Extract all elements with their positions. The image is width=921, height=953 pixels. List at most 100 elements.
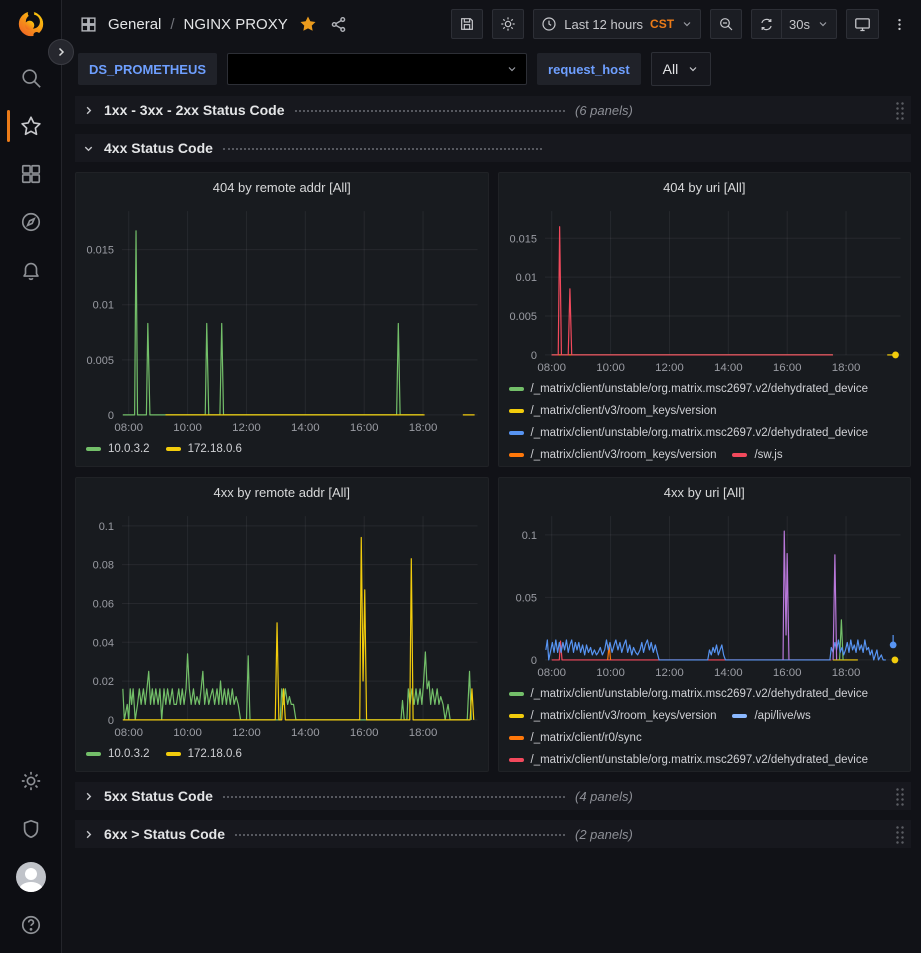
legend-swatch [509, 758, 524, 762]
row-panel-count: (4 panels) [575, 789, 633, 804]
row-drag-handle[interactable] [895, 787, 904, 806]
legend-item[interactable]: /_matrix/client/unstable/org.matrix.msc2… [509, 425, 869, 441]
legend-item[interactable]: 172.18.0.6 [166, 746, 242, 762]
svg-text:10:00: 10:00 [596, 667, 625, 679]
svg-text:12:00: 12:00 [655, 362, 684, 374]
legend-item[interactable]: 10.0.3.2 [86, 441, 150, 457]
panel-title[interactable]: 4xx by remote addr [All] [76, 478, 488, 506]
favorite-star-button[interactable] [297, 13, 319, 35]
legend-label: /api/live/ws [754, 708, 810, 724]
request-host-value: All [663, 61, 679, 77]
more-options-button[interactable] [888, 16, 911, 33]
legend-swatch [509, 387, 524, 391]
datasource-value-dropdown[interactable] [227, 53, 527, 85]
legend-item[interactable]: 10.0.3.2 [86, 746, 150, 762]
row-dots-leader [223, 796, 565, 798]
chevron-right-icon [83, 829, 97, 840]
refresh-button[interactable] [751, 9, 781, 39]
request-host-value-dropdown[interactable]: All [651, 52, 712, 86]
svg-text:12:00: 12:00 [232, 422, 261, 434]
kebab-menu-icon [892, 16, 907, 33]
row-drag-handle[interactable] [895, 825, 904, 844]
legend-label: /_matrix/client/v3/room_keys/version [531, 708, 717, 724]
sidebar-item-help[interactable] [11, 905, 51, 945]
sidebar-item-alerting[interactable] [11, 250, 51, 290]
share-button[interactable] [328, 14, 349, 35]
legend-swatch [509, 736, 524, 740]
panel-404-by-remote-addr: 404 by remote addr [All] 00.0050.010.015… [75, 172, 489, 467]
legend-item[interactable]: /_matrix/client/unstable/org.matrix.msc2… [509, 686, 869, 702]
legend-item[interactable]: /_matrix/client/unstable/org.matrix.msc2… [509, 381, 869, 397]
apps-grid-button[interactable] [78, 14, 99, 35]
panel-title[interactable]: 4xx by uri [All] [499, 478, 911, 506]
svg-text:16:00: 16:00 [772, 362, 801, 374]
legend-item[interactable]: /_matrix/client/v3/room_keys/version [509, 403, 717, 419]
legend-label: /_matrix/client/unstable/org.matrix.msc2… [531, 686, 869, 702]
panel-title[interactable]: 404 by remote addr [All] [76, 173, 488, 201]
svg-text:0: 0 [108, 410, 114, 422]
time-series-chart[interactable]: 00.0050.010.01508:0010:0012:0014:0016:00… [499, 201, 911, 377]
time-range-label: Last 12 hours [564, 17, 643, 32]
breadcrumb-dashboard-title: NGINX PROXY [184, 16, 288, 33]
svg-text:12:00: 12:00 [232, 727, 261, 739]
tv-mode-button[interactable] [846, 9, 879, 39]
save-dashboard-button[interactable] [451, 9, 483, 39]
chevron-down-icon [506, 63, 518, 75]
legend-item[interactable]: /_matrix/client/r0/sync [509, 730, 642, 746]
chart-legend: 10.0.3.2 172.18.0.6 [76, 437, 488, 466]
chart-legend: /_matrix/client/unstable/org.matrix.msc2… [499, 377, 911, 466]
svg-text:0.08: 0.08 [93, 560, 114, 572]
legend-item[interactable]: /api/live/ws [732, 708, 810, 724]
sidebar-expand-button[interactable] [48, 39, 74, 65]
sidebar [0, 0, 62, 953]
gear-icon [20, 770, 42, 792]
row-header-6xx[interactable]: 6xx > Status Code (2 panels) [75, 820, 911, 848]
zoom-out-button[interactable] [710, 9, 742, 39]
time-range-picker[interactable]: Last 12 hours CST [533, 9, 701, 39]
search-icon [20, 67, 42, 89]
svg-text:14:00: 14:00 [291, 422, 320, 434]
legend-item[interactable]: 172.18.0.6 [166, 441, 242, 457]
row-drag-handle[interactable] [895, 101, 904, 120]
legend-label: /_matrix/client/unstable/org.matrix.msc2… [531, 381, 869, 397]
grafana-logo[interactable] [16, 8, 46, 38]
variable-label-request-host[interactable]: request_host [537, 53, 641, 85]
star-outline-icon [20, 115, 42, 137]
sidebar-item-starred[interactable] [11, 106, 51, 146]
legend-label: 10.0.3.2 [108, 441, 150, 457]
refresh-interval-select[interactable]: 30s [781, 9, 837, 39]
legend-item[interactable]: /sw.js [732, 447, 782, 463]
time-series-chart[interactable]: 00.050.108:0010:0012:0014:0016:0018:00 [499, 506, 911, 682]
row-header-4xx[interactable]: 4xx Status Code [75, 134, 911, 162]
row-header-5xx[interactable]: 5xx Status Code (4 panels) [75, 782, 911, 810]
row-title: 1xx - 3xx - 2xx Status Code [104, 102, 285, 118]
sidebar-item-configuration[interactable] [11, 761, 51, 801]
legend-label: 10.0.3.2 [108, 746, 150, 762]
sidebar-item-search[interactable] [11, 58, 51, 98]
sidebar-item-server-admin[interactable] [11, 809, 51, 849]
legend-item[interactable]: /_matrix/client/unstable/org.matrix.msc2… [509, 752, 869, 768]
legend-item[interactable]: /_matrix/client/v3/room_keys/version [509, 708, 717, 724]
sidebar-item-profile[interactable] [11, 857, 51, 897]
svg-text:0.015: 0.015 [509, 233, 536, 245]
topbar: General / NGINX PROXY Last 12 hours CST [62, 0, 921, 48]
row-title: 5xx Status Code [104, 788, 213, 804]
row-header-1xx-3xx-2xx[interactable]: 1xx - 3xx - 2xx Status Code (6 panels) [75, 96, 911, 124]
sidebar-item-dashboards[interactable] [11, 154, 51, 194]
panel-title[interactable]: 404 by uri [All] [499, 173, 911, 201]
svg-text:10:00: 10:00 [173, 422, 202, 434]
legend-label: /_matrix/client/unstable/org.matrix.msc2… [531, 425, 869, 441]
svg-text:16:00: 16:00 [772, 667, 801, 679]
legend-label: /_matrix/client/v3/room_keys/version [531, 403, 717, 419]
main-area: General / NGINX PROXY Last 12 hours CST [62, 0, 921, 953]
row-dots-leader [235, 834, 565, 836]
dashboard-settings-button[interactable] [492, 9, 524, 39]
svg-text:16:00: 16:00 [350, 422, 379, 434]
variable-label-ds-prometheus[interactable]: DS_PROMETHEUS [78, 53, 217, 85]
time-series-chart[interactable]: 00.020.040.060.080.108:0010:0012:0014:00… [76, 506, 488, 742]
breadcrumb-section[interactable]: General [108, 16, 161, 33]
time-series-chart[interactable]: 00.0050.010.01508:0010:0012:0014:0016:00… [76, 201, 488, 437]
sidebar-item-explore[interactable] [11, 202, 51, 242]
legend-swatch [509, 714, 524, 718]
legend-item[interactable]: /_matrix/client/v3/room_keys/version [509, 447, 717, 463]
